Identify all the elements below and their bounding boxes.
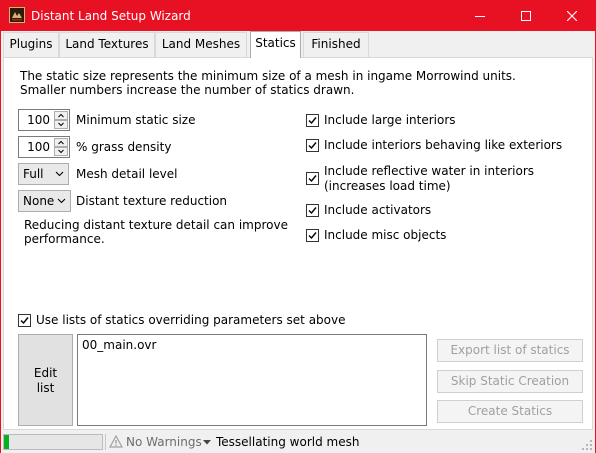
mesh-detail-select[interactable]: Full — [18, 163, 69, 185]
include-large-interiors-label[interactable]: Include large interiors — [324, 113, 456, 127]
list-item[interactable]: 00_main.ovr — [82, 338, 156, 352]
include-reflective-water-note[interactable]: (increases load time) — [324, 179, 451, 193]
checkmark-icon — [308, 117, 317, 125]
grass-density-value[interactable]: 100 — [27, 140, 50, 154]
progress-bar — [3, 434, 103, 450]
include-interiors-like-exteriors-label[interactable]: Include interiors behaving like exterior… — [324, 138, 562, 152]
tab-label: Statics — [255, 36, 296, 50]
tab-label: Finished — [311, 37, 361, 51]
statics-description: The static size represents the minimum s… — [20, 69, 580, 97]
texture-reduction-value: None — [23, 194, 55, 208]
min-static-size-label: Minimum static size — [76, 113, 196, 127]
chevron-down-icon — [57, 198, 66, 204]
edit-list-button[interactable]: Edit list — [18, 334, 73, 426]
edit-list-text: Edit list — [19, 366, 72, 396]
progress-fill — [4, 435, 9, 449]
include-misc-objects-checkbox[interactable] — [306, 229, 319, 242]
warnings-status: No Warnings — [126, 435, 202, 449]
edit-list-label: list — [36, 381, 55, 395]
tab-plugins[interactable]: Plugins — [3, 32, 59, 57]
skip-static-creation-button: Skip Static Creation — [437, 370, 583, 393]
include-misc-objects-label[interactable]: Include misc objects — [324, 228, 446, 242]
status-bar: No Warnings Tessellating world mesh — [1, 431, 595, 453]
min-static-size-value[interactable]: 100 — [27, 113, 50, 127]
current-task-status: Tessellating world mesh — [216, 435, 360, 449]
app-icon — [9, 7, 25, 23]
include-reflective-water-label[interactable]: Include reflective water in interiors — [324, 164, 534, 178]
note-line: Reducing distant texture detail can impr… — [24, 218, 288, 232]
note-line: performance. — [24, 232, 105, 246]
texture-reduction-note: Reducing distant texture detail can impr… — [24, 218, 304, 246]
include-activators-checkbox[interactable] — [306, 204, 319, 217]
dropdown-arrow-icon[interactable] — [203, 440, 211, 445]
spin-up-button[interactable] — [54, 111, 68, 120]
status-divider — [105, 434, 106, 450]
chevron-down-icon — [58, 149, 64, 154]
description-line: The static size represents the minimum s… — [20, 69, 516, 83]
export-list-button: Export list of statics — [437, 339, 583, 362]
spin-up-button[interactable] — [54, 138, 68, 147]
include-activators-label[interactable]: Include activators — [324, 203, 431, 217]
checkmark-icon — [308, 207, 317, 215]
mesh-detail-label: Mesh detail level — [76, 167, 178, 181]
description-line: Smaller numbers increase the number of s… — [20, 83, 355, 97]
tab-label: Land Textures — [65, 37, 149, 51]
checkmark-icon — [308, 232, 317, 240]
close-button[interactable] — [549, 1, 595, 31]
include-reflective-water-checkbox[interactable] — [306, 172, 319, 185]
title-bar: Distant Land Setup Wizard — [1, 1, 595, 31]
checkmark-icon — [20, 317, 29, 325]
minimize-icon — [475, 16, 485, 17]
include-interiors-like-exteriors-checkbox[interactable] — [306, 139, 319, 152]
texture-reduction-select[interactable]: None — [18, 190, 71, 212]
use-statics-lists-checkbox[interactable] — [18, 314, 31, 327]
spinner-arrows[interactable] — [54, 138, 68, 156]
checkmark-icon — [308, 175, 317, 183]
tab-land-meshes[interactable]: Land Meshes — [155, 32, 247, 57]
maximize-icon — [521, 11, 531, 21]
spin-down-button[interactable] — [54, 120, 68, 129]
include-large-interiors-checkbox[interactable] — [306, 114, 319, 127]
checkmark-icon — [308, 142, 317, 150]
min-static-size-spinner[interactable]: 100 — [18, 109, 70, 131]
resize-grip-icon[interactable] — [581, 439, 593, 451]
grass-density-spinner[interactable]: 100 — [18, 136, 70, 158]
chevron-up-icon — [58, 113, 64, 118]
grass-density-label: % grass density — [76, 140, 172, 154]
edit-list-label: Edit — [33, 366, 58, 380]
close-icon — [567, 11, 577, 21]
create-statics-button: Create Statics — [437, 400, 583, 423]
tab-finished[interactable]: Finished — [303, 32, 369, 57]
warning-icon — [109, 435, 123, 448]
tab-strip: Plugins Land Textures Land Meshes Static… — [1, 31, 595, 58]
tab-land-textures[interactable]: Land Textures — [59, 32, 155, 57]
spin-down-button[interactable] — [54, 147, 68, 156]
tab-label: Plugins — [9, 37, 53, 51]
spinner-arrows[interactable] — [54, 111, 68, 129]
wizard-window: Distant Land Setup Wizard Plugins Land T… — [0, 0, 596, 453]
mesh-detail-value: Full — [23, 167, 44, 181]
minimize-button[interactable] — [457, 1, 503, 31]
maximize-button[interactable] — [503, 1, 549, 31]
chevron-down-icon — [55, 171, 64, 177]
statics-panel: The static size represents the minimum s… — [3, 57, 593, 430]
chevron-up-icon — [58, 140, 64, 145]
chevron-down-icon — [58, 122, 64, 127]
texture-reduction-label: Distant texture reduction — [76, 194, 228, 208]
statics-list[interactable]: 00_main.ovr — [77, 334, 427, 426]
tab-label: Land Meshes — [161, 37, 241, 51]
tab-statics[interactable]: Statics — [250, 31, 301, 58]
use-statics-lists-label[interactable]: Use lists of statics overriding paramete… — [36, 313, 346, 327]
window-title: Distant Land Setup Wizard — [31, 9, 191, 23]
